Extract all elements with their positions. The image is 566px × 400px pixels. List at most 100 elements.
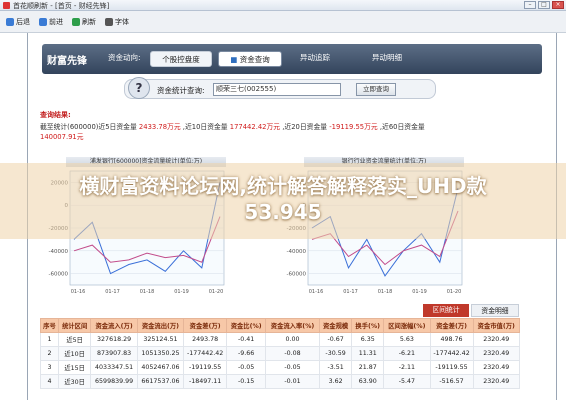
x-tick-label: 01-17 — [343, 289, 358, 295]
x-tick-label: 01-19 — [412, 289, 427, 295]
table-cell: -6.21 — [383, 346, 431, 361]
table-cell: 近5日 — [57, 332, 92, 347]
table-cell: -19119.55 — [429, 360, 474, 375]
y-tick-label: -40000 — [49, 249, 69, 255]
table-cell: -0.05 — [226, 360, 267, 375]
table-cell: -0.08 — [265, 346, 320, 361]
y-tick-label: -60000 — [49, 272, 69, 278]
table-cell: 21.87 — [351, 360, 385, 375]
font-label: 字体 — [115, 17, 129, 26]
result-text: 截至统计(600000)近5日资金量 — [40, 123, 139, 131]
forward-arrow-icon — [39, 17, 47, 26]
tab-control-degree[interactable]: 个股控盘度 — [150, 51, 212, 67]
result-value: -19119.55万元 — [329, 123, 378, 131]
tab-fund-query-label: 资金查询 — [239, 55, 270, 64]
maximize-button[interactable]: □ — [538, 1, 550, 9]
x-tick-label: 01-18 — [378, 289, 393, 295]
result-value: 177442.42万元 — [229, 123, 281, 131]
table-cell: 2493.78 — [183, 332, 228, 347]
column-header[interactable]: 资金差(万) — [183, 318, 228, 333]
result-line-2: 140007.91元 — [40, 131, 84, 141]
table-cell: 4 — [40, 374, 59, 389]
column-header[interactable]: 统计区间 — [57, 318, 92, 333]
column-header[interactable]: 资金规模 — [318, 318, 353, 333]
table-cell: 1 — [40, 332, 59, 347]
query-button[interactable]: 立即查询 — [356, 83, 396, 96]
table-cell: 4033347.51 — [90, 360, 138, 375]
table-body: 1 近5日 327618.29 325124.51 2493.78 -0.41 0.00 -0… — [40, 332, 521, 389]
window-titlebar: 首花顺刷新 - [首页 - 财经先锋] – □ × — [0, 0, 566, 11]
table-row: 2 近10日 873907.83 1051350.25 -177442.42 -9.66-… — [40, 346, 521, 361]
x-tick-label: 01-16 — [71, 289, 86, 295]
table-cell: 3 — [40, 360, 59, 375]
table-cell: 498.76 — [429, 332, 474, 347]
table-cell: -177442.42 — [429, 346, 474, 361]
column-header[interactable]: 资金差(万) — [429, 318, 474, 333]
result-line-1: 截至统计(600000)近5日资金量 2433.78万元 ,近10日资金量 17… — [40, 121, 425, 131]
table-row: 4 近30日 6599839.99 6617537.06 -18497.11 -0.15-… — [40, 374, 521, 389]
table-cell: 近30日 — [57, 374, 92, 389]
column-header[interactable]: 资金流入率(%) — [265, 318, 320, 333]
nav-anomaly-track[interactable]: 异动追踪 — [300, 52, 330, 63]
table-row: 3 近15日 4033347.51 4052467.06 -19119.55 -0.05-… — [40, 360, 521, 375]
table-cell: -5.47 — [383, 374, 431, 389]
y-tick-label: -40000 — [287, 249, 307, 255]
font-icon — [105, 17, 113, 26]
table-cell: 4052467.06 — [136, 360, 185, 375]
back-button[interactable]: 后退 — [3, 15, 33, 29]
table-cell: 6617537.06 — [136, 374, 185, 389]
tab-fund-detail[interactable]: 资金明细 — [471, 304, 519, 317]
result-value: 140007.91元 — [40, 133, 84, 141]
table-row: 1 近5日 327618.29 325124.51 2493.78 -0.41 0.00 -0… — [40, 332, 521, 347]
x-tick-label: 01-20 — [209, 289, 224, 295]
tab-interval-stats[interactable]: 区间统计 — [423, 304, 469, 317]
app-icon — [3, 2, 10, 9]
table-cell: 11.31 — [351, 346, 385, 361]
table-cell: 873907.83 — [90, 346, 138, 361]
table-cell: 5.63 — [383, 332, 431, 347]
browser-toolbar: 后退 前进 刷新 字体 — [0, 11, 566, 33]
column-header[interactable]: 序号 — [40, 318, 59, 333]
table-cell: 2320.49 — [472, 346, 521, 361]
font-button[interactable]: 字体 — [102, 15, 132, 29]
table-cell: 6599839.99 — [90, 374, 138, 389]
forward-button[interactable]: 前进 — [36, 15, 66, 29]
result-text: ,近20日资金量 — [280, 123, 330, 131]
result-text: ,近10日资金量 — [180, 123, 230, 131]
watermark-line-1: 横财富资料论坛网,统计解答解释落实_UHD款 — [79, 174, 487, 198]
table-cell: -0.15 — [226, 374, 267, 389]
table-cell: -3.51 — [318, 360, 353, 375]
fund-stats-table: 序号 统计区间 资金流入(万) 资金流出(万) 资金差(万) 资金比(%) 资金流入率(%)… — [40, 318, 521, 389]
table-cell: 2320.49 — [472, 360, 521, 375]
minimize-button[interactable]: – — [524, 1, 536, 9]
table-cell: 近15日 — [57, 360, 92, 375]
table-cell: 327618.29 — [90, 332, 138, 347]
star-icon: ■ — [230, 55, 240, 64]
x-tick-label: 01-16 — [309, 289, 324, 295]
app-logo: 财富先锋 — [47, 56, 87, 67]
tab-fund-query[interactable]: ■ 资金查询 — [218, 51, 282, 67]
table-cell: -0.05 — [265, 360, 320, 375]
window-controls: – □ × — [524, 1, 564, 9]
table-cell: -2.11 — [383, 360, 431, 375]
close-button[interactable]: × — [552, 1, 564, 9]
table-cell: 1051350.25 — [136, 346, 185, 361]
table-cell: -516.57 — [429, 374, 474, 389]
stock-input[interactable]: 顺荣三七(002555) — [213, 83, 341, 96]
column-header[interactable]: 资金市值(万) — [472, 318, 521, 333]
column-header[interactable]: 换手(%) — [351, 318, 385, 333]
column-header[interactable]: 区间涨幅(%) — [383, 318, 431, 333]
table-header-row: 序号 统计区间 资金流入(万) 资金流出(万) 资金差(万) 资金比(%) 资金流入率(%)… — [40, 318, 521, 333]
nav-fund-flow[interactable]: 资金动向: — [108, 52, 141, 63]
column-header[interactable]: 资金比(%) — [226, 318, 267, 333]
back-arrow-icon — [6, 17, 14, 26]
refresh-button[interactable]: 刷新 — [69, 15, 99, 29]
x-tick-label: 01-20 — [447, 289, 462, 295]
table-cell: 近10日 — [57, 346, 92, 361]
watermark-line-2: 53.945 — [244, 200, 322, 224]
column-header[interactable]: 资金流入(万) — [90, 318, 138, 333]
column-header[interactable]: 资金流出(万) — [136, 318, 185, 333]
nav-anomaly-detail[interactable]: 异动明细 — [372, 52, 402, 63]
watermark-text: 横财富资料论坛网,统计解答解释落实_UHD款 53.945 — [0, 173, 566, 225]
result-value: 2433.78万元 — [138, 123, 181, 131]
